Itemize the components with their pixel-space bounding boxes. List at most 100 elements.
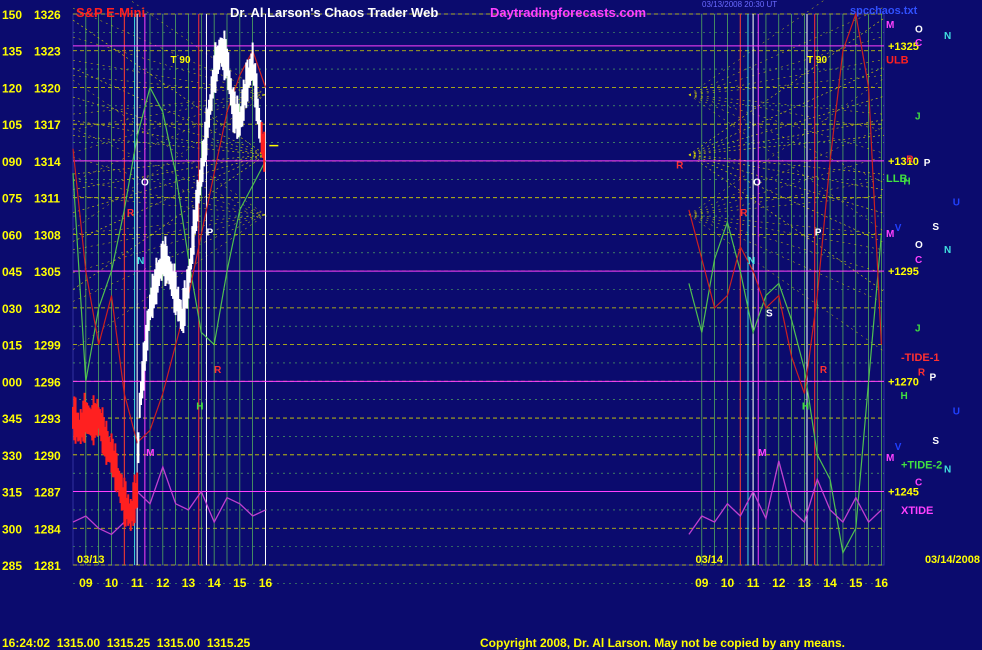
planet-label: S [766,308,773,319]
right-planet-label: H [901,391,908,402]
y-tick-angle: 000 [2,375,22,389]
y-tick-price: 1281 [34,559,61,573]
fan-line-1-0 [688,18,885,156]
x-tick-label: 10 [105,576,119,590]
right-planet-label: N [944,464,951,475]
tide-label: +TIDE-2 [901,460,942,472]
y-tick-angle: 105 [2,118,22,132]
planet-label: R [740,208,748,219]
y-tick-angle: 045 [2,265,22,279]
x-tick-label: 12 [156,576,170,590]
x-tick-label: 15 [849,576,863,590]
x-tick-label: 10 [721,576,735,590]
fan-line-b-1-6 [688,94,885,131]
fan-line-c-0-5 [72,195,266,216]
x-tick-label: 15 [233,576,247,590]
y-tick-angle: 285 [2,559,22,573]
right-planet-label: R [918,368,926,379]
fan-line-1-7 [688,154,885,214]
right-planet-label: S [932,222,939,233]
y-tick-angle: 150 [2,8,22,22]
x-tick-label: 11 [747,576,760,590]
planet-label: H [802,401,809,412]
fan-line-c-1-4 [688,195,885,216]
right-planet-label: S [932,436,939,447]
y-tick-price: 1290 [34,449,61,463]
chaos-chart: 150 1326135 1323120 1320105 1317090 1314075 13… [2,0,980,590]
site-url-link[interactable]: Daytradingforecasts.com [490,5,646,20]
y-tick-price: 1287 [34,486,61,500]
x-tick-label: 11 [131,576,144,590]
fan-line-0-4 [72,154,266,175]
y-tick-angle: 075 [2,192,22,206]
fan-line-c-1-6 [688,214,885,251]
tide-label: XTIDE [901,505,933,517]
gann-label: +1270 [888,376,919,388]
fan-line-0-2 [72,154,266,213]
right-planet-label: J [915,112,921,123]
right-planet-label: N [944,31,951,42]
chart-window: 150 1326 135 1323 120 1320 105 1317 090 1314 075 13… [0,0,982,650]
x-tick-label: 09 [695,576,709,590]
y-tick-price: 1284 [34,522,61,536]
fan-line-b-0-8 [72,7,266,96]
planet-label: R [820,365,828,376]
x-tick-label: 14 [207,576,221,590]
y-tick-angle: 015 [2,339,22,353]
x-tick-label: 16 [259,576,273,590]
y-tick-angle: 300 [2,522,22,536]
date-label: 03/13 [77,554,105,566]
instrument-title: S&P E-Mini [76,5,146,20]
tide-label: -TIDE-1 [901,352,940,364]
copyright: Copyright 2008, Dr. Al Larson. May not b… [480,636,845,650]
fan-line-b-1-9 [688,94,885,232]
planet-label: M [758,448,766,459]
fan-line-c-1-8 [688,214,885,303]
y-tick-price: 1299 [34,339,61,353]
band-label: ULB [886,54,909,66]
y-tick-angle: 330 [2,449,22,463]
planet-label: R [676,160,684,171]
y-tick-price: 1317 [34,118,61,132]
y-tick-price: 1308 [34,228,61,242]
right-planet-label: O [915,25,923,36]
y-tick-price: 1296 [34,375,61,389]
y-tick-price: 1293 [34,412,61,426]
planet-label: P [815,228,822,239]
t90-marker: T 90 [171,55,191,66]
planet-label: O [753,177,761,188]
fan-line-1-8 [688,154,885,243]
y-tick-price: 1326 [34,8,61,22]
planet-label: P [206,228,213,239]
right-planet-label: P [924,158,931,169]
right-planet-label: J [915,323,921,334]
right-planet-label: C [915,38,922,49]
xtide-curve-0 [72,465,266,536]
y-tick-price: 1314 [34,155,61,169]
fan-line-c-0-7 [72,156,266,216]
gann-label: +1310 [888,156,919,168]
y-tick-angle: 060 [2,228,22,242]
fan-line-b-1-2 [688,36,885,96]
fan-line-b-1-4 [688,75,885,96]
right-planet-label: N [944,245,951,256]
quote-readout: 16:24:02 1315.00 1315.25 1315.00 1315.25 [2,636,251,650]
fan-line-c-1-1 [688,126,885,216]
date-label: 03/14/2008 [925,554,980,566]
planet-label: M [146,448,154,459]
y-tick-price: 1323 [34,45,61,59]
planet-label: O [141,177,149,188]
y-tick-angle: 090 [2,155,22,169]
y-tick-angle: 315 [2,486,22,500]
x-tick-label: 13 [182,576,196,590]
fan-line-0-1 [72,154,266,242]
y-tick-price: 1305 [34,265,61,279]
right-planet-label: V [895,442,902,453]
fan-line-1-4 [688,135,885,156]
fan-line-b-1-8 [688,94,885,183]
right-planet-label: V [895,223,902,234]
fan-line-1-2 [688,96,885,156]
fan-line-c-1-2 [688,156,885,216]
right-planet-label: M [886,453,894,464]
planet-label: H [196,401,203,412]
